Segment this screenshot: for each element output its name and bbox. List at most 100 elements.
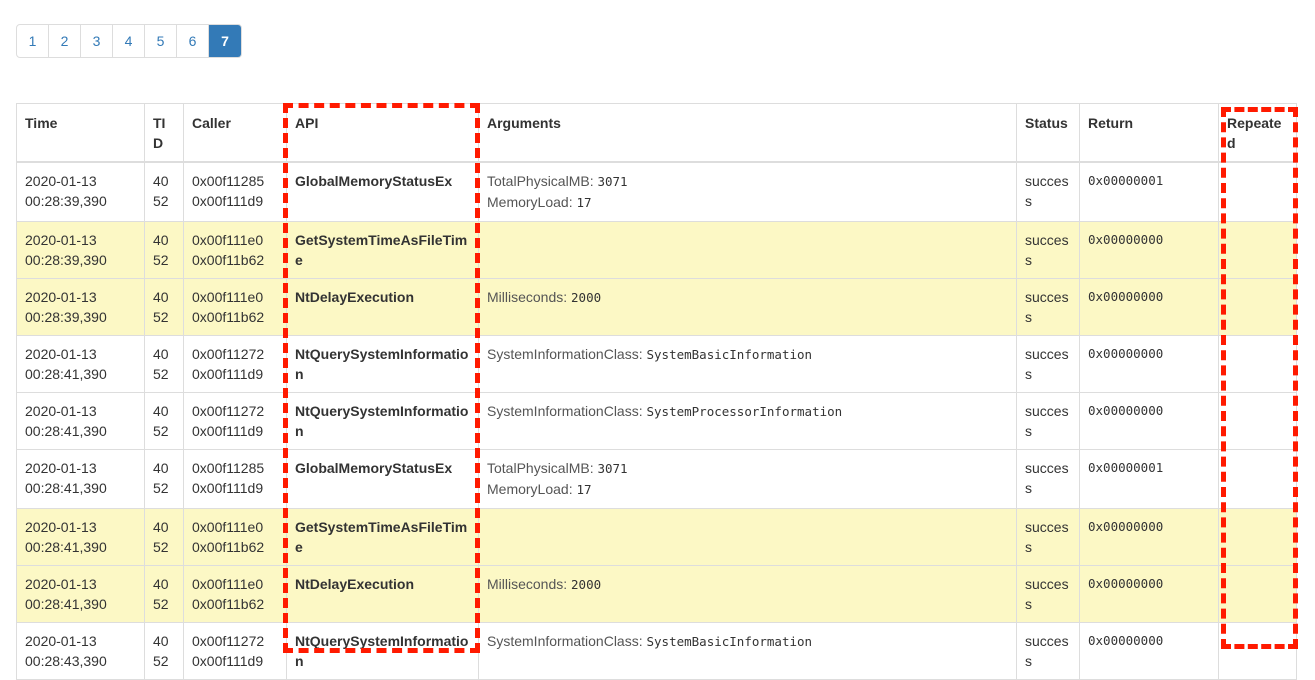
table-row: 2020-01-13 00:28:39,390 40 52 0x00f111e0 0x00… xyxy=(16,278,1297,336)
caller-address: 0x00f11b62 xyxy=(192,596,265,612)
argument-value: 3071 xyxy=(597,174,628,189)
argument-name: TotalPhysicalMB: xyxy=(487,173,594,189)
column-header-caller[interactable]: Caller xyxy=(183,103,287,163)
time-clock: 00:28:39,390 xyxy=(25,252,107,268)
page-link-4[interactable]: 4 xyxy=(113,25,145,57)
cell-tid: 40 52 xyxy=(144,508,184,566)
cell-api: GlobalMemoryStatusEx xyxy=(286,161,479,222)
column-header-arguments[interactable]: Arguments xyxy=(478,103,1017,163)
pagination: 1234567 xyxy=(16,24,242,58)
argument-name: SystemInformationClass: xyxy=(487,403,643,419)
caller-address: 0x00f11285 xyxy=(192,173,265,189)
cell-status: success xyxy=(1016,278,1080,336)
caller-address: 0x00f111e0 xyxy=(192,232,264,248)
argument: MemoryLoad: 17 xyxy=(487,192,1008,213)
cell-caller: 0x00f111e0 0x00f11b62 xyxy=(183,278,287,336)
time-clock: 00:28:41,390 xyxy=(25,480,107,496)
cell-time: 2020-01-13 00:28:43,390 xyxy=(16,622,145,680)
cell-caller: 0x00f11272 0x00f111d9 xyxy=(183,622,287,680)
table-row: 2020-01-13 00:28:41,390 40 52 0x00f111e0 0x00… xyxy=(16,565,1297,623)
tid-part: 52 xyxy=(153,653,169,669)
caller-address: 0x00f111d9 xyxy=(192,480,264,496)
argument-name: MemoryLoad: xyxy=(487,481,573,497)
cell-tid: 40 52 xyxy=(144,622,184,680)
cell-return: 0x00000000 xyxy=(1079,392,1219,450)
argument-name: MemoryLoad: xyxy=(487,194,573,210)
column-header-time[interactable]: Time xyxy=(16,103,145,163)
cell-tid: 40 52 xyxy=(144,335,184,393)
argument: MemoryLoad: 17 xyxy=(487,479,1008,500)
cell-return: 0x00000000 xyxy=(1079,335,1219,393)
cell-status: success xyxy=(1016,221,1080,279)
tid-part: 40 xyxy=(153,346,169,362)
argument-value: 2000 xyxy=(571,290,602,305)
cell-caller: 0x00f111e0 0x00f11b62 xyxy=(183,565,287,623)
tid-part: 52 xyxy=(153,366,169,382)
cell-tid: 40 52 xyxy=(144,161,184,222)
cell-status: success xyxy=(1016,392,1080,450)
cell-status: success xyxy=(1016,622,1080,680)
caller-address: 0x00f11b62 xyxy=(192,539,265,555)
time-clock: 00:28:41,390 xyxy=(25,539,107,555)
argument-name: Milliseconds: xyxy=(487,576,568,592)
argument: TotalPhysicalMB: 3071 xyxy=(487,458,1008,479)
cell-api: NtQuerySystemInformation xyxy=(286,335,479,393)
cell-api: GetSystemTimeAsFileTime xyxy=(286,221,479,279)
caller-address: 0x00f111e0 xyxy=(192,519,264,535)
tid-part: 40 xyxy=(153,633,169,649)
caller-address: 0x00f111e0 xyxy=(192,289,264,305)
cell-time: 2020-01-13 00:28:39,390 xyxy=(16,221,145,279)
page-link-3[interactable]: 3 xyxy=(81,25,113,57)
cell-api: GetSystemTimeAsFileTime xyxy=(286,508,479,566)
time-date: 2020-01-13 xyxy=(25,576,97,592)
cell-status: success xyxy=(1016,335,1080,393)
cell-arguments xyxy=(478,221,1017,279)
caller-address: 0x00f11b62 xyxy=(192,252,265,268)
argument-value: SystemBasicInformation xyxy=(646,634,813,649)
cell-status: success xyxy=(1016,565,1080,623)
cell-api: NtDelayExecution xyxy=(286,278,479,336)
cell-time: 2020-01-13 00:28:41,390 xyxy=(16,392,145,450)
cell-status: success xyxy=(1016,508,1080,566)
column-header-tid[interactable]: TID xyxy=(144,103,184,163)
page-link-7[interactable]: 7 xyxy=(209,25,241,57)
tid-part: 40 xyxy=(153,289,169,305)
cell-time: 2020-01-13 00:28:41,390 xyxy=(16,565,145,623)
cell-time: 2020-01-13 00:28:41,390 xyxy=(16,449,145,509)
cell-api: NtQuerySystemInformation xyxy=(286,392,479,450)
tid-part: 52 xyxy=(153,480,169,496)
cell-return: 0x00000000 xyxy=(1079,508,1219,566)
cell-time: 2020-01-13 00:28:39,390 xyxy=(16,161,145,222)
argument: SystemInformationClass: SystemProcessorI… xyxy=(487,401,1008,422)
cell-tid: 40 52 xyxy=(144,278,184,336)
cell-caller: 0x00f11285 0x00f111d9 xyxy=(183,449,287,509)
time-date: 2020-01-13 xyxy=(25,460,97,476)
cell-time: 2020-01-13 00:28:39,390 xyxy=(16,278,145,336)
cell-arguments: SystemInformationClass: SystemProcessorI… xyxy=(478,392,1017,450)
page-link-2[interactable]: 2 xyxy=(49,25,81,57)
cell-return: 0x00000000 xyxy=(1079,622,1219,680)
time-clock: 00:28:41,390 xyxy=(25,366,107,382)
column-header-return[interactable]: Return xyxy=(1079,103,1219,163)
tid-part: 52 xyxy=(153,309,169,325)
cell-return: 0x00000001 xyxy=(1079,161,1219,222)
cell-repeated xyxy=(1218,335,1297,393)
cell-caller: 0x00f11272 0x00f111d9 xyxy=(183,335,287,393)
cell-status: success xyxy=(1016,161,1080,222)
page-link-1[interactable]: 1 xyxy=(17,25,49,57)
tid-part: 52 xyxy=(153,596,169,612)
cell-tid: 40 52 xyxy=(144,565,184,623)
table-row: 2020-01-13 00:28:39,390 40 52 0x00f111e0 0x00… xyxy=(16,221,1297,279)
caller-address: 0x00f11272 xyxy=(192,403,265,419)
cell-tid: 40 52 xyxy=(144,392,184,450)
caller-address: 0x00f11285 xyxy=(192,460,265,476)
api-calls-table: Time TID Caller API Arguments Status Ret… xyxy=(16,103,1297,680)
argument: Milliseconds: 2000 xyxy=(487,287,1008,308)
column-header-repeated[interactable]: Repeated xyxy=(1218,103,1297,163)
column-header-status[interactable]: Status xyxy=(1016,103,1080,163)
column-header-api[interactable]: API xyxy=(286,103,479,163)
page-link-5[interactable]: 5 xyxy=(145,25,177,57)
caller-address: 0x00f111d9 xyxy=(192,423,264,439)
page-link-6[interactable]: 6 xyxy=(177,25,209,57)
argument: SystemInformationClass: SystemBasicInfor… xyxy=(487,344,1008,365)
